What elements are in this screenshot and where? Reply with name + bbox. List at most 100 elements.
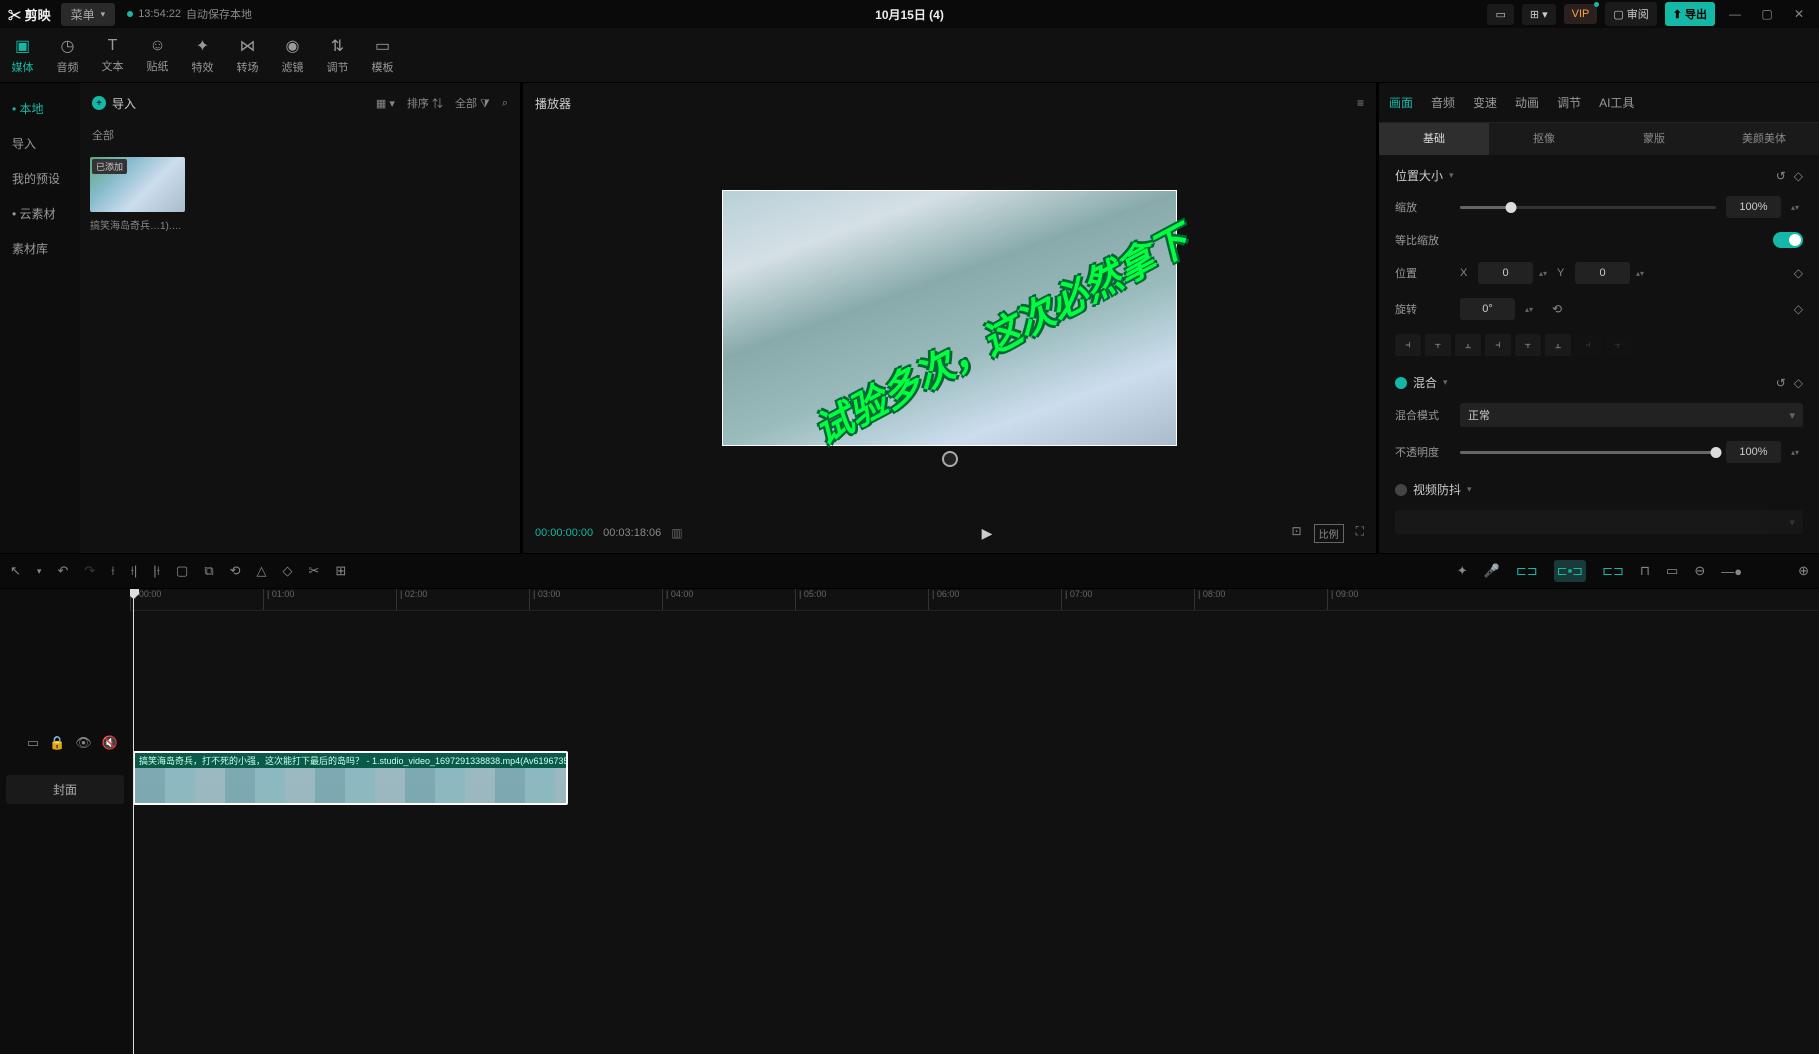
align-bottom-icon[interactable]: ⫠ (1545, 334, 1571, 356)
selection-dropdown-icon[interactable]: ▾ (37, 566, 42, 577)
reverse-icon[interactable]: ⟲ (230, 563, 241, 579)
menu-dropdown[interactable]: 菜单▾ (61, 3, 116, 26)
selection-tool-icon[interactable]: ↖ (10, 563, 21, 579)
opacity-spinner[interactable]: ▴▾ (1791, 448, 1803, 457)
undo-icon[interactable]: ↶ (57, 563, 68, 579)
blend-keyframe-icon[interactable]: ◇ (1794, 376, 1803, 390)
close-icon[interactable]: ✕ (1787, 7, 1811, 21)
ribbon-调节[interactable]: ⇅调节 (315, 28, 360, 82)
align-left-icon[interactable]: ⫞ (1395, 334, 1421, 356)
zoom-slider-icon[interactable]: —● (1721, 564, 1742, 579)
split-icon[interactable]: ⟊ (111, 563, 114, 579)
opacity-input[interactable] (1726, 441, 1781, 463)
pos-x-spinner[interactable]: ▴▾ (1539, 269, 1551, 278)
canvas-rotate-handle[interactable] (942, 451, 958, 467)
track-lock-icon[interactable]: 🔒 (49, 735, 65, 751)
rotate-input[interactable] (1460, 298, 1515, 320)
display-icon[interactable]: ⊞ ▾ (1522, 4, 1556, 25)
copy-icon[interactable]: ⧉ (204, 563, 213, 579)
pos-x-input[interactable] (1478, 262, 1533, 284)
ribbon-媒体[interactable]: ▣媒体 (0, 28, 45, 82)
rotate-keyframe-icon[interactable]: ◇ (1794, 302, 1803, 316)
align-top-icon[interactable]: ⫞ (1485, 334, 1511, 356)
blend-reset-icon[interactable]: ↺ (1776, 376, 1786, 390)
ai-tool-icon[interactable]: ⊞ (335, 563, 346, 579)
view-grid-icon[interactable]: ▦ ▾ (376, 97, 395, 110)
split-right-icon[interactable]: |⟊ (153, 563, 160, 579)
rotate-tool-icon[interactable]: ◇ (283, 563, 293, 579)
blend-checkbox[interactable] (1395, 377, 1407, 389)
magnet-main-icon[interactable]: ⊏⊐ (1516, 563, 1538, 579)
ribbon-音频[interactable]: ◷音频 (45, 28, 90, 82)
category-all[interactable]: 全部 (80, 123, 520, 147)
cover-button[interactable]: 封面 (6, 775, 124, 804)
align-right-icon[interactable]: ⫠ (1455, 334, 1481, 356)
playhead[interactable] (133, 589, 134, 1054)
layout-icon[interactable]: ▭ (1487, 4, 1513, 25)
ribbon-滤镜[interactable]: ◉滤镜 (270, 28, 315, 82)
align-hcenter-icon[interactable]: ⫟ (1425, 334, 1451, 356)
player-menu-icon[interactable]: ≡ (1357, 96, 1364, 110)
minimize-icon[interactable]: — (1723, 7, 1747, 21)
ribbon-特效[interactable]: ✦特效 (180, 28, 225, 82)
keyframe-icon[interactable]: ◇ (1794, 169, 1803, 183)
crop-tool-icon[interactable]: ✂ (309, 563, 320, 579)
prop-tab-音频[interactable]: 音频 (1431, 90, 1455, 115)
align-vcenter-icon[interactable]: ⫟ (1515, 334, 1541, 356)
pos-y-input[interactable] (1575, 262, 1630, 284)
export-button[interactable]: ⬆ 导出 (1665, 2, 1715, 26)
subtab-抠像[interactable]: 抠像 (1489, 123, 1599, 155)
play-button[interactable]: ▶ (982, 525, 993, 542)
compare-icon[interactable]: ▥ (671, 526, 682, 540)
auto-cut-icon[interactable]: ✦ (1457, 563, 1468, 579)
track-visible-icon[interactable]: 👁 (75, 735, 92, 751)
preview-cut-icon[interactable]: ⊓ (1640, 563, 1650, 579)
review-button[interactable]: ▢ 审阅 (1605, 2, 1656, 26)
sidebar-素材库[interactable]: 素材库 (0, 231, 80, 266)
scale-input[interactable] (1726, 196, 1781, 218)
scale-slider[interactable] (1460, 206, 1716, 209)
maximize-icon[interactable]: ▢ (1755, 7, 1779, 21)
safe-zone-icon[interactable]: ⊡ (1292, 524, 1302, 543)
prop-tab-画面[interactable]: 画面 (1389, 90, 1413, 115)
prop-tab-动画[interactable]: 动画 (1515, 90, 1539, 115)
sidebar-我的预设[interactable]: 我的预设 (0, 161, 80, 196)
prop-tab-调节[interactable]: 调节 (1557, 90, 1581, 115)
track-mute-icon[interactable]: 🔇 (102, 735, 118, 751)
reset-icon[interactable]: ↺ (1776, 169, 1786, 183)
zoom-in-icon[interactable]: ⊖ (1694, 563, 1705, 579)
sidebar-本地[interactable]: 本地 (0, 91, 80, 126)
record-icon[interactable]: 🎤 (1484, 563, 1500, 579)
ribbon-贴纸[interactable]: ☺贴纸 (135, 28, 180, 82)
subtab-基础[interactable]: 基础 (1379, 123, 1489, 155)
import-button[interactable]: +导入 (92, 95, 136, 112)
player-canvas[interactable]: 试验多次，这次必然拿下 (722, 190, 1177, 446)
rotate-reset-icon[interactable]: ⟲ (1547, 302, 1567, 316)
prop-tab-AI工具[interactable]: AI工具 (1599, 90, 1634, 115)
ribbon-文本[interactable]: T文本 (90, 28, 135, 82)
vip-button[interactable]: VIP (1564, 4, 1598, 24)
fullscreen-icon[interactable]: ⛶ (1356, 524, 1364, 543)
magnet-link-icon[interactable]: ⊏▪⊐ (1554, 560, 1586, 582)
rotate-spinner[interactable]: ▴▾ (1525, 305, 1537, 314)
ratio-button[interactable]: 比例 (1314, 524, 1344, 543)
magnet-track-icon[interactable]: ⊏⊐ (1602, 563, 1624, 579)
search-icon[interactable]: ⌕ (502, 97, 508, 110)
scale-spinner[interactable]: ▴▾ (1791, 203, 1803, 212)
position-keyframe-icon[interactable]: ◇ (1794, 266, 1803, 280)
mirror-icon[interactable]: △ (257, 563, 267, 579)
zoom-out-icon[interactable]: ▭ (1666, 563, 1678, 579)
split-left-icon[interactable]: ⟊| (131, 563, 138, 579)
media-thumbnail[interactable]: 已添加 搞笑海岛奇兵…1).mp4 (90, 157, 185, 232)
stabilize-checkbox[interactable] (1395, 484, 1407, 496)
uniform-scale-toggle[interactable] (1773, 232, 1803, 248)
subtab-蒙版[interactable]: 蒙版 (1599, 123, 1709, 155)
track-toggle-icon[interactable]: ▭ (27, 735, 39, 751)
blend-mode-select[interactable]: 正常▾ (1460, 403, 1803, 427)
zoom-fit-icon[interactable]: ⊕ (1798, 563, 1809, 579)
opacity-slider[interactable] (1460, 451, 1716, 454)
sidebar-云素材[interactable]: 云素材 (0, 196, 80, 231)
crop-icon[interactable]: ▢ (176, 563, 188, 579)
ribbon-模板[interactable]: ▭模板 (360, 28, 405, 82)
filter-all-button[interactable]: 全部 ⧩ (455, 95, 490, 111)
